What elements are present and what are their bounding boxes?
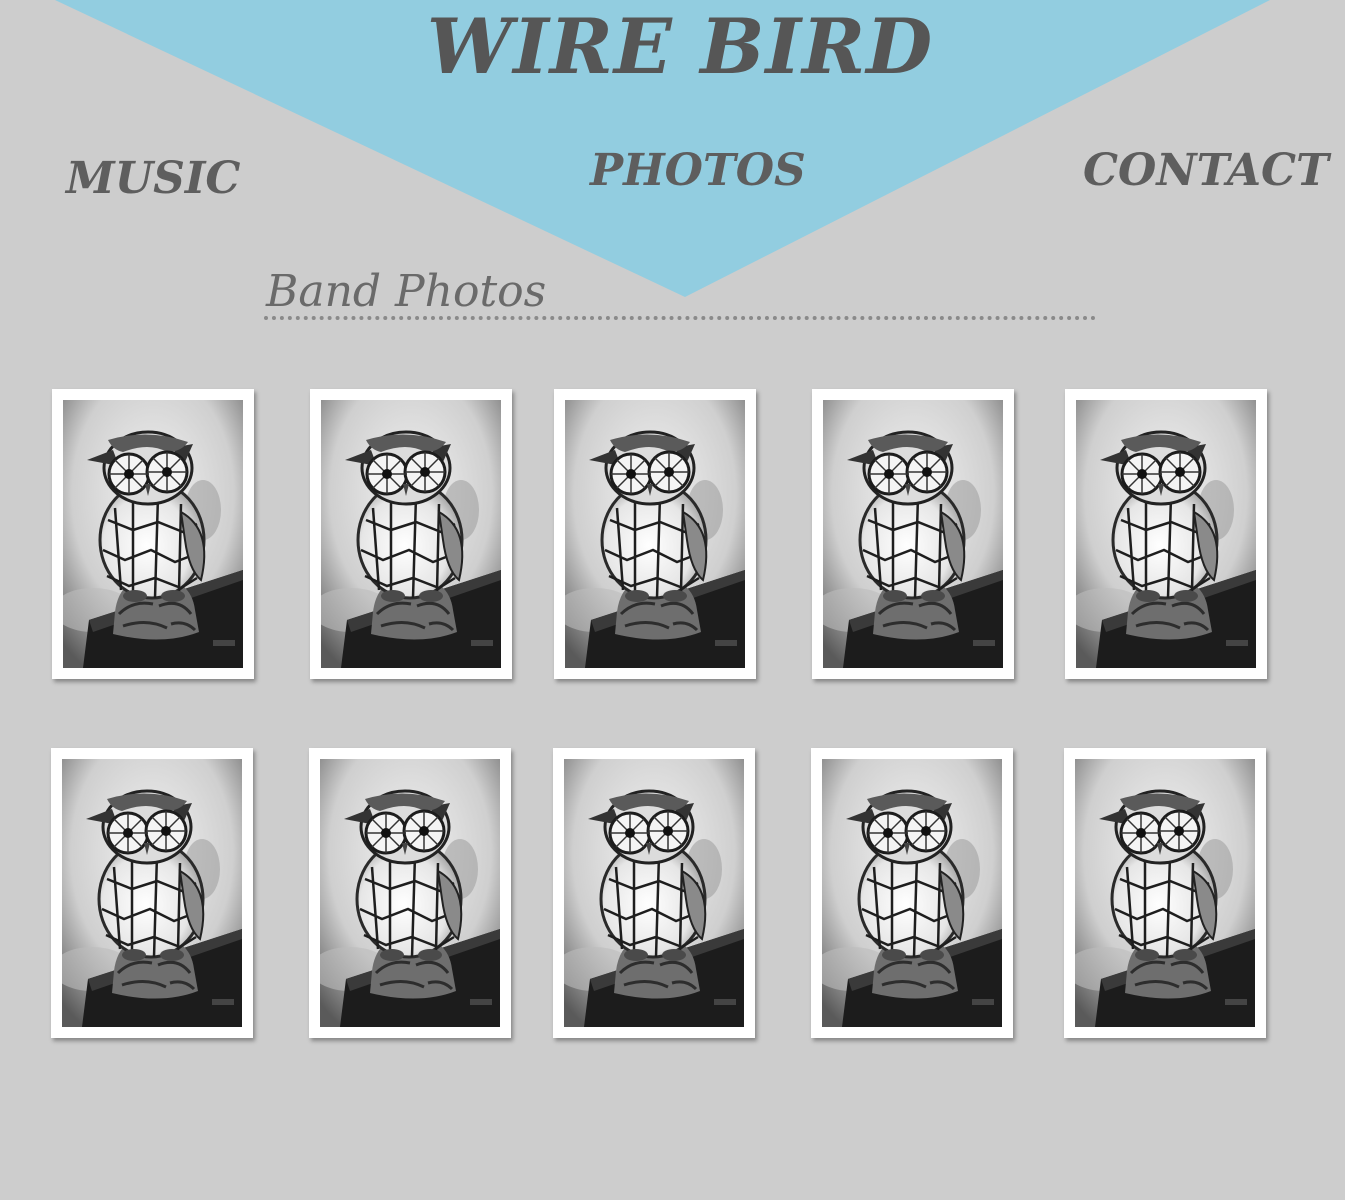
owl-figurine-photo (63, 400, 243, 668)
section-divider (264, 316, 1096, 320)
photo-thumbnail[interactable] (51, 748, 253, 1038)
photo-thumbnail[interactable] (812, 389, 1014, 679)
nav-link-photos[interactable]: PHOTOS (590, 146, 806, 196)
section-heading: Band Photos (266, 266, 547, 317)
photo-thumbnail[interactable] (1065, 389, 1267, 679)
photo-thumbnail[interactable] (310, 389, 512, 679)
owl-figurine-photo (565, 400, 745, 668)
owl-figurine-photo (62, 759, 242, 1027)
owl-figurine-photo (564, 759, 744, 1027)
nav-link-music[interactable]: MUSIC (66, 154, 240, 204)
nav-link-contact[interactable]: CONTACT (1083, 146, 1329, 196)
owl-figurine-photo (1075, 759, 1255, 1027)
photo-thumbnail[interactable] (554, 389, 756, 679)
photo-thumbnail[interactable] (1064, 748, 1266, 1038)
photo-thumbnail[interactable] (52, 389, 254, 679)
owl-figurine-photo (320, 759, 500, 1027)
site-title[interactable]: WIRE BIRD (360, 2, 1000, 92)
owl-figurine-photo (822, 759, 1002, 1027)
photo-thumbnail[interactable] (309, 748, 511, 1038)
owl-figurine-photo (1076, 400, 1256, 668)
photo-thumbnail[interactable] (811, 748, 1013, 1038)
photo-thumbnail[interactable] (553, 748, 755, 1038)
owl-figurine-photo (823, 400, 1003, 668)
owl-figurine-photo (321, 400, 501, 668)
